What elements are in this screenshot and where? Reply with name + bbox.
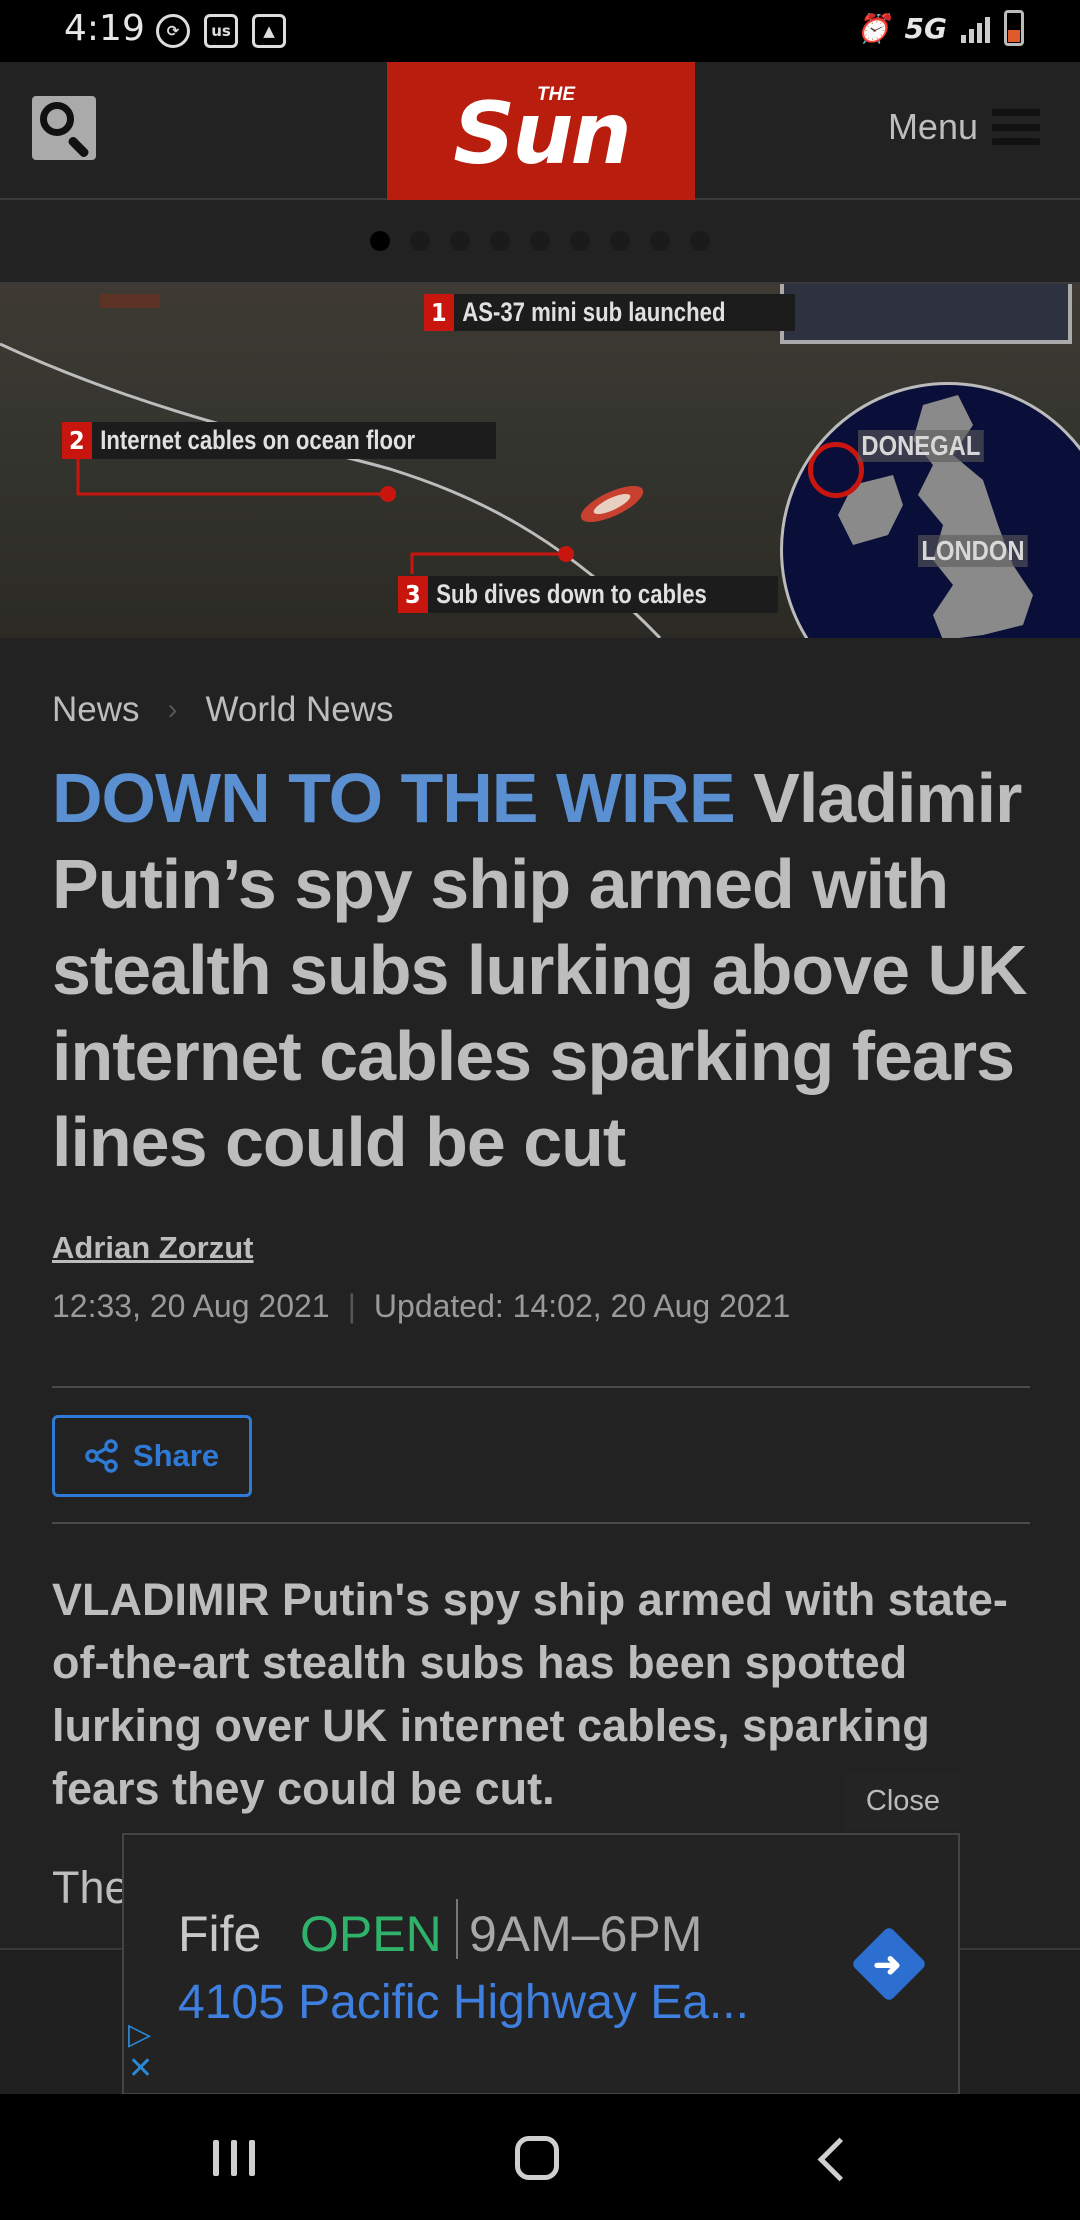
system-navigation-bar	[0, 2094, 1080, 2220]
hero-image: 1 AS-37 mini sub launched 2 Internet cab…	[0, 284, 1080, 638]
ad-hours: 9AM–6PM	[469, 1906, 703, 1962]
back-button[interactable]	[817, 2137, 862, 2182]
alarm-icon: ⏰	[855, 11, 891, 45]
share-icon	[85, 1439, 118, 1473]
logo-the-text: THE	[537, 84, 575, 105]
carousel-dot[interactable]	[570, 231, 590, 251]
status-bar: 4:19 ⟳ us ▲ ⏰ 5G	[0, 0, 1080, 62]
recents-button[interactable]	[213, 2140, 255, 2176]
carousel-dot[interactable]	[490, 231, 510, 251]
signal-icon	[961, 13, 990, 43]
status-left-icons: ⟳ us ▲	[156, 14, 286, 48]
map-label-donegal: DONEGAL	[858, 430, 984, 462]
the-sun-logo[interactable]: THE Sun	[387, 62, 695, 200]
carousel-dot[interactable]	[610, 231, 630, 251]
author-link[interactable]: Adrian Zorzut	[52, 1230, 254, 1266]
us-badge-icon: us	[204, 14, 238, 48]
divider	[52, 1522, 1030, 1524]
share-label: Share	[132, 1438, 220, 1473]
hero-callout-2: 2 Internet cables on ocean floor	[62, 422, 496, 459]
directions-arrow-icon: ➜	[873, 1946, 902, 1984]
sync-icon: ⟳	[156, 14, 190, 48]
carousel-indicator	[0, 200, 1080, 284]
ad-business-name: Fife	[178, 1906, 262, 1962]
carousel-dot[interactable]	[450, 231, 470, 251]
updated-date: Updated: 14:02, 20 Aug 2021	[373, 1288, 791, 1324]
inset-photo	[780, 284, 1072, 344]
breadcrumb-separator-icon: ›	[167, 693, 178, 726]
published-date: 12:33, 20 Aug 2021	[52, 1288, 330, 1324]
ad-close-button[interactable]: Close	[845, 1772, 961, 1830]
close-ad-icon[interactable]: ✕	[128, 2052, 153, 2086]
status-time: 4:19	[64, 8, 145, 49]
menu-button[interactable]: Menu	[888, 106, 1040, 148]
adchoices-icon[interactable]: ▷	[128, 2018, 153, 2052]
ad-address[interactable]: 4105 Pacific Highway Ea...	[178, 1975, 749, 2030]
breadcrumb: News › World News	[52, 690, 394, 730]
hero-callout-1: 1 AS-37 mini sub launched	[424, 294, 795, 331]
carousel-dot[interactable]	[370, 231, 390, 251]
carousel-dot[interactable]	[690, 231, 710, 251]
article-paragraph: The	[52, 1862, 130, 1913]
adchoices[interactable]: ▷ ✕	[128, 2018, 153, 2086]
hero-callout-3: 3 Sub dives down to cables	[398, 576, 778, 613]
search-button[interactable]	[32, 96, 96, 160]
article-dates: 12:33, 20 Aug 2021 | Updated: 14:02, 20 …	[52, 1288, 790, 1325]
status-right-icons: ⏰ 5G	[856, 10, 1024, 46]
battery-icon	[1004, 10, 1024, 46]
headline-kicker: DOWN TO THE WIRE	[52, 759, 736, 837]
divider	[52, 1386, 1030, 1388]
ad-open-status: OPEN	[300, 1906, 442, 1962]
site-header: THE Sun Menu	[0, 62, 1080, 200]
home-button[interactable]	[515, 2136, 559, 2180]
carousel-dot[interactable]	[530, 231, 550, 251]
hamburger-icon	[992, 109, 1040, 145]
article-headline: DOWN TO THE WIRE Vladimir Putin’s spy sh…	[52, 755, 1032, 1185]
map-label-london: LONDON	[918, 535, 1028, 567]
ad-banner[interactable]: Fife OPEN 9AM–6PM 4105 Pacific Highway E…	[122, 1833, 960, 2095]
breadcrumb-world-news[interactable]: World News	[206, 690, 394, 730]
network-type: 5G	[904, 11, 947, 45]
carousel-dot[interactable]	[410, 231, 430, 251]
carousel-dot[interactable]	[650, 231, 670, 251]
divider	[456, 1899, 458, 1959]
gallery-icon: ▲	[252, 14, 286, 48]
menu-label: Menu	[887, 106, 978, 147]
date-separator: |	[347, 1288, 356, 1324]
share-button[interactable]: Share	[52, 1415, 252, 1497]
breadcrumb-news[interactable]: News	[52, 690, 140, 730]
search-icon	[40, 102, 74, 136]
